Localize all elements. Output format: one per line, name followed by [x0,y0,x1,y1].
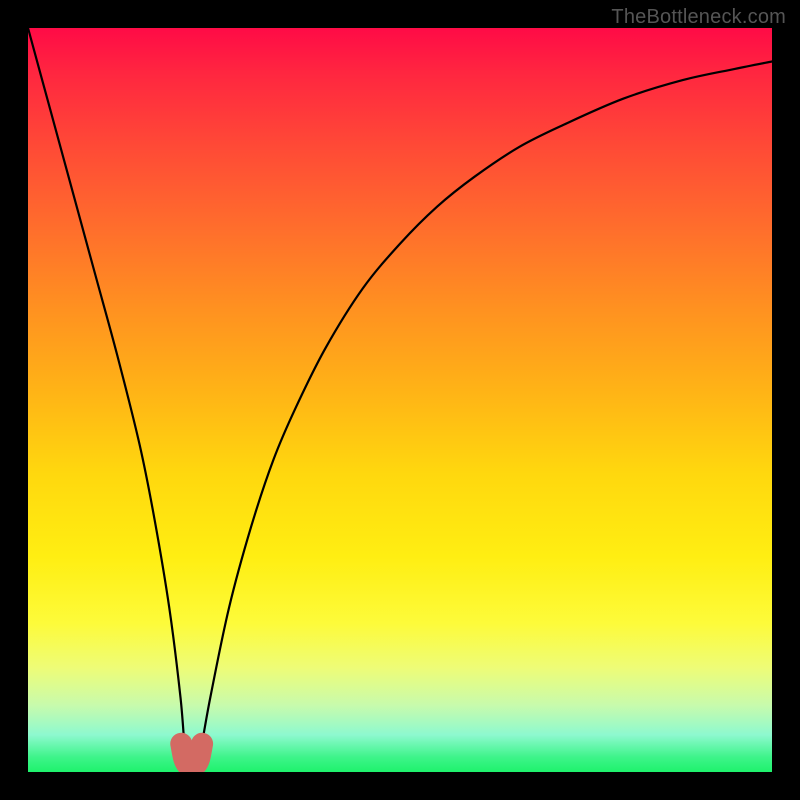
chart-frame: TheBottleneck.com [0,0,800,800]
curve-layer [28,28,772,772]
watermark-text: TheBottleneck.com [611,6,786,29]
bottleneck-curve [28,28,772,772]
plot-area [28,28,772,772]
u-marker [181,744,202,767]
